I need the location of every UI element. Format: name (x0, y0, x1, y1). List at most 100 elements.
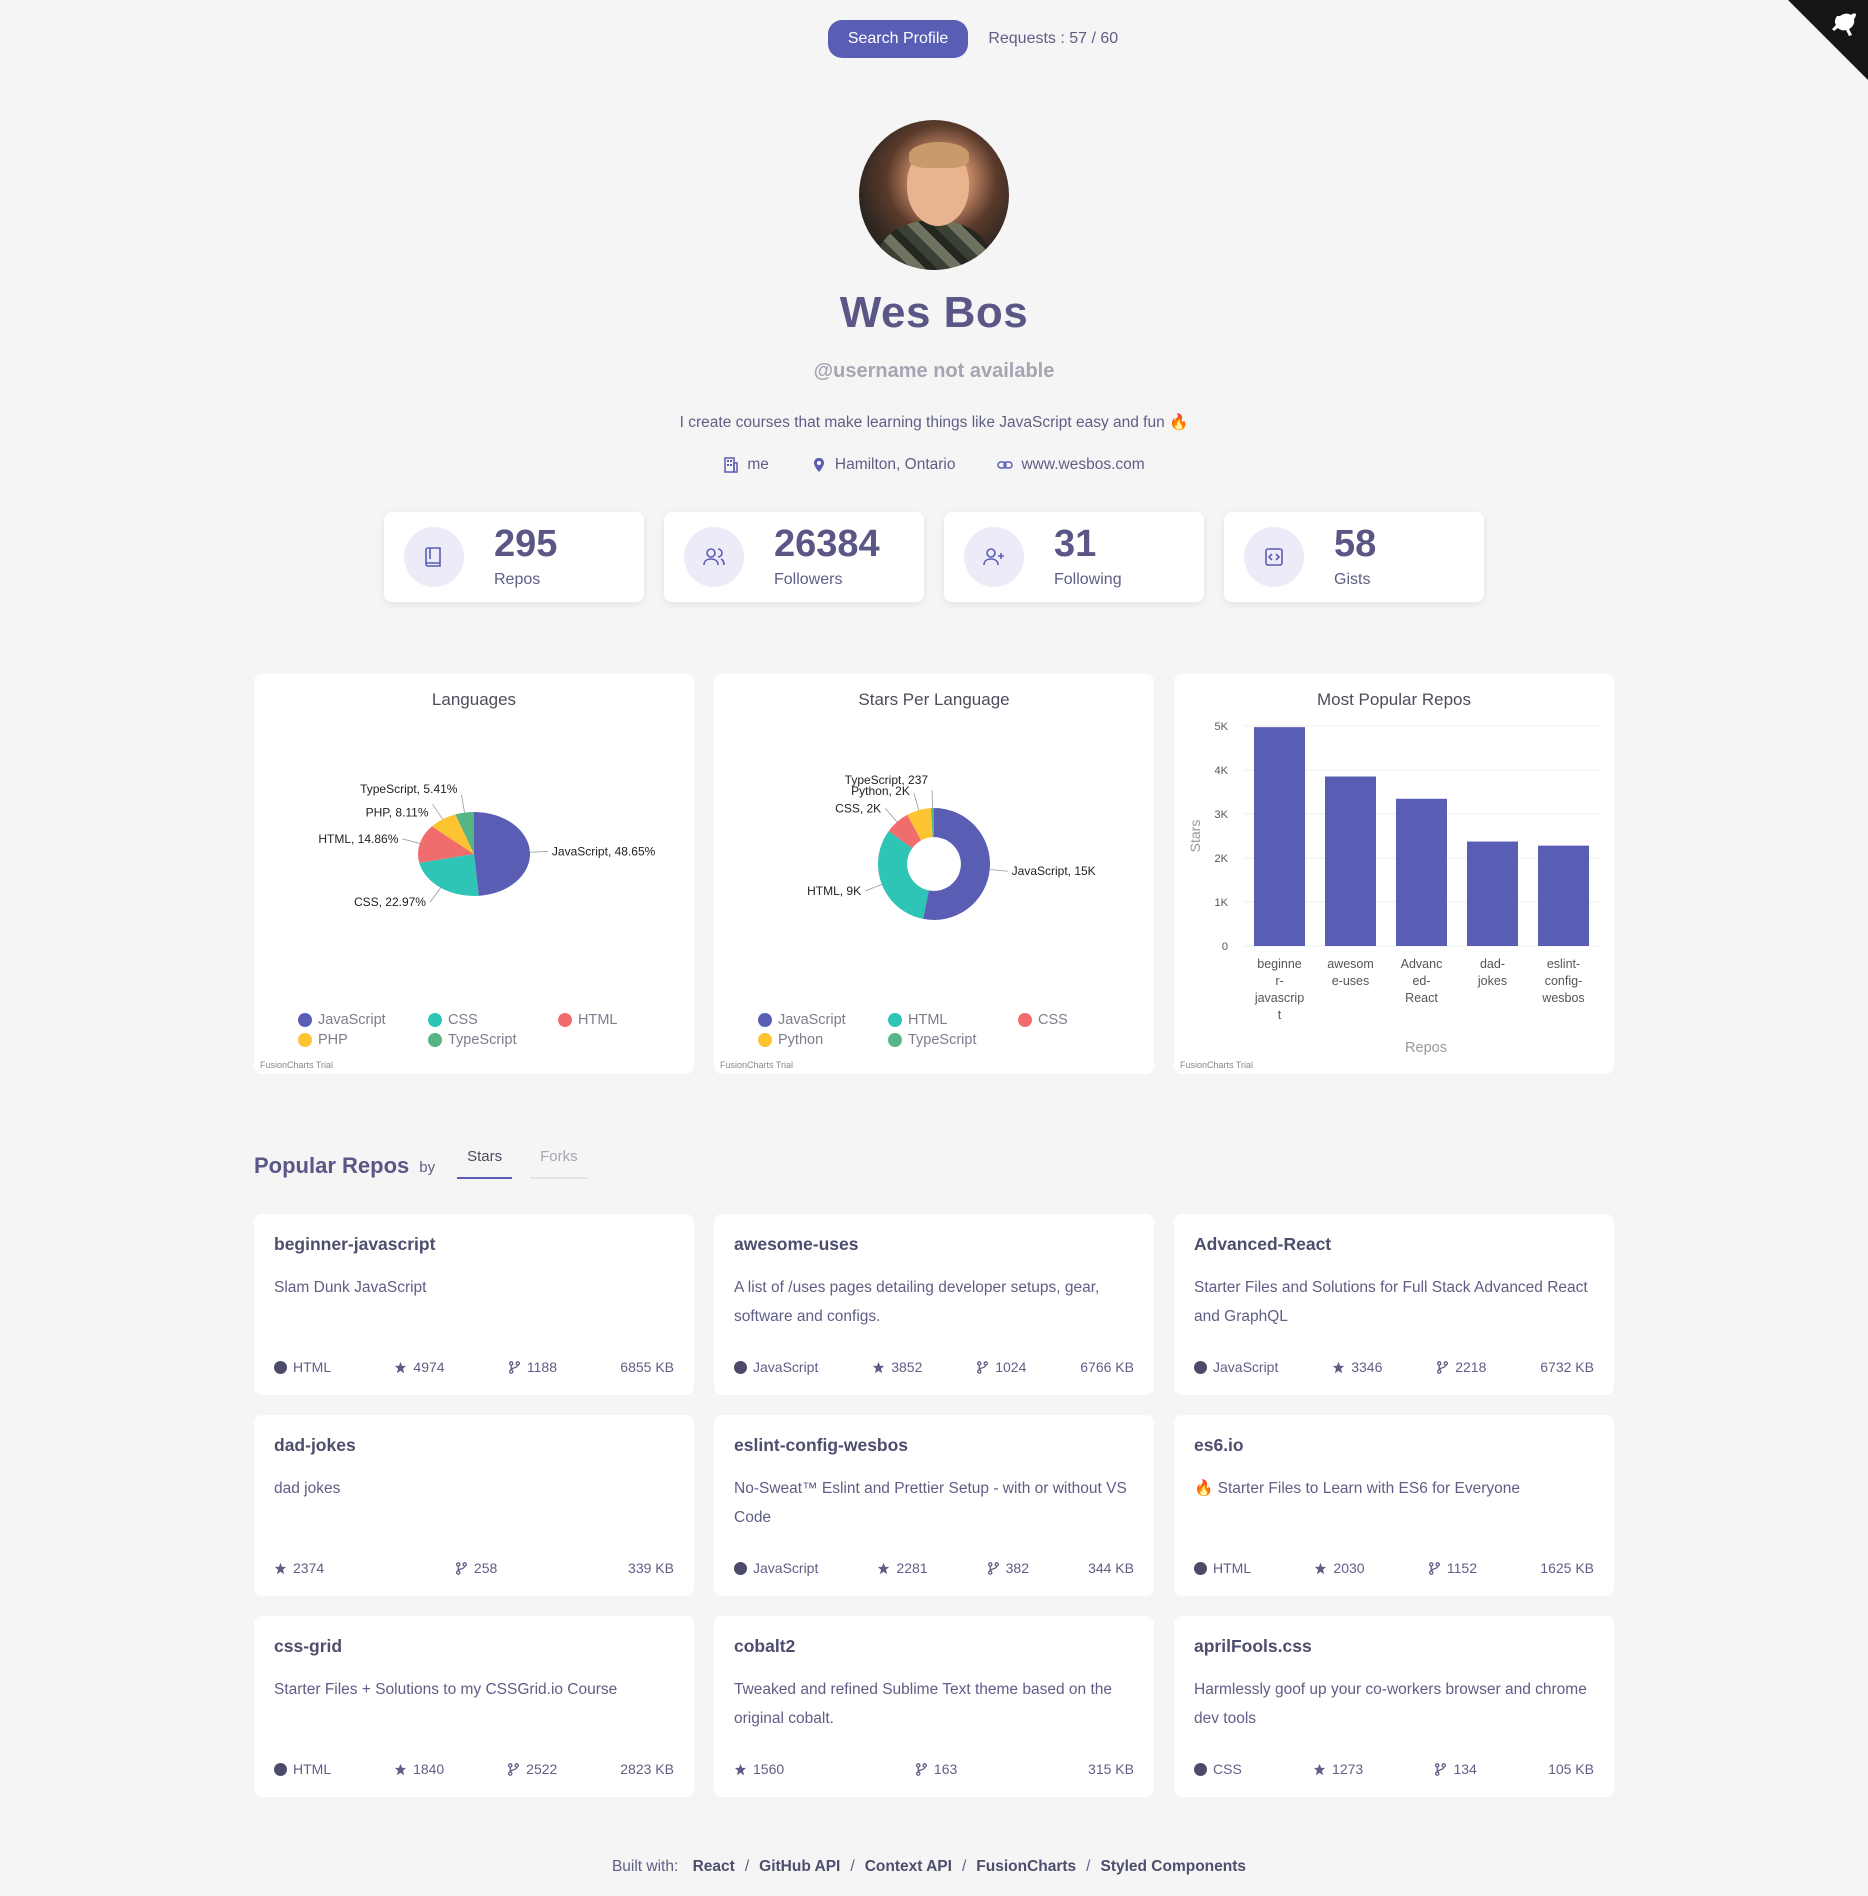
legend-dot (1018, 1013, 1032, 1027)
repo-card[interactable]: dad-jokes dad jokes 2374 258 339 KB (254, 1415, 694, 1596)
repo-language: HTML (274, 1359, 331, 1375)
charts-row: Languages JavaScript, 48.65% CSS, 22.97% H… (254, 674, 1614, 1074)
repo-card[interactable]: beginner-javascript Slam Dunk JavaScript H… (254, 1214, 694, 1395)
repo-footer: HTML 4974 1188 6855 KB (274, 1359, 674, 1375)
fork-icon (508, 1762, 520, 1776)
legend-item[interactable]: Python (758, 1032, 888, 1048)
website-link[interactable]: www.wesbos.com (1021, 456, 1144, 474)
repo-card[interactable]: Advanced-React Starter Files and Solution… (1174, 1214, 1614, 1395)
tab-stars[interactable]: Stars (457, 1148, 513, 1179)
legend-item[interactable]: CSS (1018, 1012, 1148, 1028)
repo-name[interactable]: aprilFools.css (1194, 1636, 1594, 1657)
footer-link[interactable]: React (693, 1858, 735, 1875)
legend-dot (428, 1013, 442, 1027)
pie-slice[interactable] (474, 812, 531, 896)
legend-item[interactable]: CSS (428, 1012, 558, 1028)
legend-item[interactable]: PHP (298, 1032, 428, 1048)
slice-connector (432, 804, 443, 820)
repo-name[interactable]: css-grid (274, 1636, 674, 1657)
bar[interactable] (1325, 776, 1376, 946)
slice-label: PHP, 8.11% (366, 805, 429, 819)
repo-description: 🔥 Starter Files to Learn with ES6 for Ev… (1194, 1480, 1520, 1497)
bar[interactable] (1538, 845, 1589, 946)
slice-connector (884, 808, 898, 823)
repo-card[interactable]: es6.io 🔥 Starter Files to Learn with ES6 … (1174, 1415, 1614, 1596)
footer-link[interactable]: Styled Components (1100, 1858, 1246, 1875)
star-icon (274, 1562, 287, 1574)
bar[interactable] (1254, 727, 1305, 946)
repo-forks-count: 134 (1453, 1761, 1477, 1777)
legend-item[interactable]: JavaScript (298, 1012, 428, 1028)
slice-label: TypeScript, 237 (845, 773, 929, 787)
y-tick-label: 2K (1215, 853, 1229, 865)
code-icon (1244, 527, 1304, 587)
company-item: me (723, 456, 769, 474)
x-tick-label: dad- (1480, 957, 1505, 971)
x-tick-label: awesom (1327, 957, 1374, 971)
stat-card-following: 31 Following (944, 512, 1204, 602)
footer-link[interactable]: Context API (865, 1858, 952, 1875)
slice-connector (461, 794, 465, 813)
repo-stars: 3852 (872, 1359, 922, 1375)
legend-item[interactable]: HTML (558, 1012, 688, 1028)
repo-name[interactable]: Advanced-React (1194, 1234, 1594, 1255)
repo-forks: 163 (915, 1761, 957, 1777)
repo-forks-count: 1188 (526, 1359, 557, 1375)
repo-card[interactable]: cobalt2 Tweaked and refined Sublime Text … (714, 1616, 1154, 1797)
bar[interactable] (1467, 841, 1518, 946)
chart-trial-label: FusionCharts Trial (260, 1060, 334, 1070)
repo-forks: 2522 (507, 1761, 557, 1777)
location-text: Hamilton, Ontario (834, 456, 956, 473)
star-icon (1315, 1562, 1327, 1574)
footer-separator: / (744, 1858, 750, 1875)
repo-card[interactable]: css-grid Starter Files + Solutions to my … (254, 1616, 694, 1797)
repo-size: 1625 KB (1540, 1560, 1594, 1576)
legend-item[interactable]: HTML (888, 1012, 1018, 1028)
bar[interactable] (1396, 798, 1447, 946)
x-tick-label: javascrip (1254, 991, 1304, 1005)
repo-card[interactable]: eslint-config-wesbos No-Sweat™ Eslint and… (714, 1415, 1154, 1596)
repo-name[interactable]: cobalt2 (734, 1636, 1134, 1657)
repo-name[interactable]: dad-jokes (274, 1435, 674, 1456)
legend-label: HTML (908, 1012, 948, 1028)
footer-link[interactable]: FusionCharts (976, 1858, 1076, 1875)
repo-size: 315 KB (1088, 1761, 1134, 1777)
repo-footer: CSS 1273 134 105 KB (1194, 1761, 1594, 1777)
repo-forks: 1024 (976, 1359, 1026, 1375)
search-profile-button[interactable]: Search Profile (827, 20, 969, 58)
repo-stars-count: 2030 (1333, 1560, 1365, 1576)
pie-slice[interactable] (878, 831, 929, 919)
slice-connector (402, 838, 420, 844)
repo-name[interactable]: es6.io (1194, 1435, 1594, 1456)
repo-forks: 258 (455, 1560, 497, 1576)
popular-repos-chart: Most Popular Repos 0 1K 2K 3K 4K 5K beginne r-j… (1174, 674, 1614, 1074)
x-tick-label: wesbos (1541, 991, 1584, 1005)
stat-label: Repos (494, 571, 541, 588)
fork-icon (1428, 1561, 1440, 1575)
repo-description: dad jokes (274, 1480, 341, 1497)
star-icon (734, 1763, 747, 1775)
language-dot (734, 1360, 747, 1374)
stars-per-language-chart: Stars Per Language JavaScript, 15K HTML, … (714, 674, 1154, 1074)
repo-language-label: CSS (1213, 1761, 1242, 1777)
repo-grid: beginner-javascript Slam Dunk JavaScript H… (254, 1214, 1614, 1797)
legend-item[interactable]: TypeScript (428, 1032, 558, 1048)
slice-label: CSS, 22.97% (354, 895, 426, 909)
location-item: Hamilton, Ontario (811, 456, 956, 474)
repo-name[interactable]: beginner-javascript (274, 1234, 674, 1255)
repo-card[interactable]: aprilFools.css Harmlessly goof up your co… (1174, 1616, 1614, 1797)
legend-item[interactable]: JavaScript (758, 1012, 888, 1028)
repo-name[interactable]: eslint-config-wesbos (734, 1435, 1134, 1456)
fork-icon (1435, 1762, 1447, 1776)
repo-stars: 1840 (394, 1761, 444, 1777)
tab-forks[interactable]: Forks (530, 1148, 588, 1179)
legend-item[interactable]: TypeScript (888, 1032, 1018, 1048)
repo-name[interactable]: awesome-uses (734, 1234, 1134, 1255)
stat-value: 295 (494, 523, 558, 565)
legend-label: JavaScript (778, 1012, 846, 1028)
footer-link[interactable]: GitHub API (759, 1858, 840, 1875)
x-tick-label: t (1278, 1008, 1282, 1022)
star-icon (873, 1361, 885, 1373)
repo-card[interactable]: awesome-uses A list of /uses pages detail… (714, 1214, 1154, 1395)
website-item[interactable]: www.wesbos.com (997, 456, 1145, 474)
